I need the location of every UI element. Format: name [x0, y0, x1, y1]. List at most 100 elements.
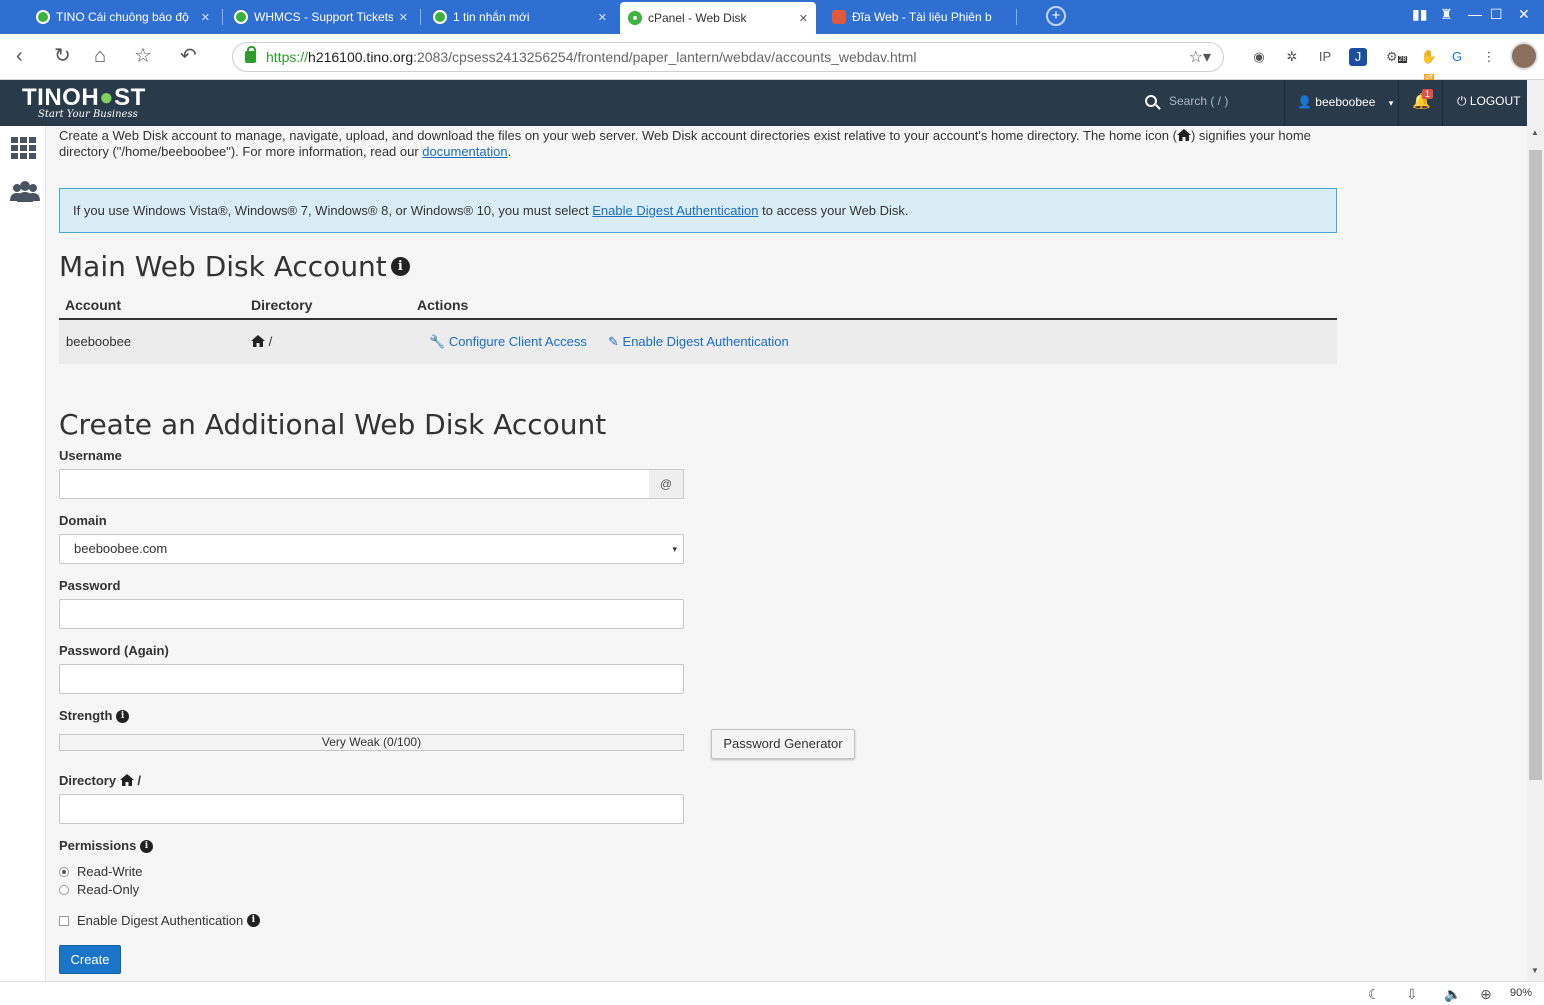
window-skin-icon[interactable]: ♜ — [1440, 6, 1453, 23]
extension-j-icon[interactable]: J — [1349, 48, 1367, 66]
tab-favicon-icon — [36, 10, 50, 24]
info-alert: If you use Windows Vista®, Windows® 7, W… — [59, 188, 1337, 233]
browser-tab[interactable]: TINO Cái chuông báo độ ✕ — [28, 4, 218, 30]
create-button[interactable]: Create — [59, 945, 121, 974]
info-icon[interactable]: i — [116, 710, 130, 724]
info-icon[interactable]: i — [246, 914, 260, 927]
extension-counter-icon[interactable]: ⚙28 — [1386, 48, 1408, 66]
main-account-table: Account Directory Actions beeboobee / 🔧 … — [59, 294, 1337, 364]
volume-icon[interactable]: 🔈 — [1444, 986, 1461, 1003]
browser-tab[interactable]: 1 tin nhắn mới ✕ — [425, 4, 615, 30]
browser-menu-icon[interactable]: ⋮ — [1480, 48, 1498, 66]
window-minimize-icon[interactable]: — — [1468, 6, 1482, 22]
logout-label: LOGOUT — [1469, 94, 1521, 108]
main-account-heading: Main Web Disk Account i — [59, 250, 410, 283]
enable-digest-checkbox[interactable] — [59, 915, 69, 926]
url-scheme: https:// — [266, 49, 309, 65]
extension-off-icon[interactable]: ✋off — [1420, 48, 1438, 81]
permission-read-only-radio[interactable]: Read-Only — [59, 882, 139, 897]
new-tab-plus-icon[interactable]: + — [1046, 6, 1066, 26]
browser-tab[interactable]: WHMCS - Support Tickets ✕ — [226, 4, 416, 30]
enable-digest-link[interactable]: Enable Digest Authentication — [592, 203, 758, 218]
radio-button[interactable] — [59, 866, 69, 877]
users-icon[interactable] — [9, 181, 41, 203]
intro-text: . — [507, 144, 512, 159]
password-label: Password — [59, 578, 121, 593]
intro-text: Create a Web Disk account to manage, nav… — [59, 128, 1177, 143]
browser-profile-avatar[interactable] — [1510, 42, 1538, 70]
tinohost-logo[interactable]: TINOH●ST — [22, 84, 146, 112]
undo-close-tab-icon[interactable]: ↶ — [180, 44, 197, 68]
logo-leaf-icon: ● — [99, 84, 115, 111]
window-close-icon[interactable]: ✕ — [1518, 6, 1530, 23]
column-header-directory: Directory — [251, 297, 313, 313]
enable-digest-authentication-link[interactable]: ✎ Enable Digest Authentication — [608, 334, 789, 350]
home-icon[interactable]: ⌂ — [94, 44, 106, 68]
username-label: Username — [59, 448, 122, 463]
tab-favicon-icon — [832, 10, 846, 24]
header-divider — [1398, 80, 1399, 126]
tab-close-icon[interactable]: ✕ — [399, 11, 408, 24]
user-menu[interactable]: 👤 beeboobee ▾ — [1297, 95, 1393, 109]
radio-label: Read-Write — [77, 864, 143, 879]
cpanel-search[interactable]: Search ( / ) — [1145, 94, 1228, 108]
directory-input[interactable] — [59, 794, 684, 824]
password-input[interactable] — [59, 599, 684, 629]
reload-icon[interactable]: ↻ — [54, 44, 71, 68]
address-bar[interactable]: https://h216100.tino.org:2083/cpsess2413… — [232, 42, 1224, 72]
password-generator-button[interactable]: Password Generator — [711, 729, 855, 759]
main-account-heading-text: Main Web Disk Account — [59, 250, 387, 283]
logo-text-right: ST — [114, 84, 146, 111]
extension-gear-icon[interactable]: ✲ — [1283, 48, 1301, 66]
home-grid-icon[interactable] — [11, 137, 37, 159]
account-name: beeboobee — [66, 334, 132, 349]
configure-client-access-link[interactable]: 🔧 Configure Client Access — [429, 334, 587, 350]
scroll-up-arrow-icon[interactable]: ▲ — [1531, 128, 1539, 137]
zoom-level: 90% — [1510, 987, 1533, 999]
permission-read-write-radio[interactable]: Read-Write — [59, 864, 143, 879]
notifications-button[interactable]: 🔔 1 — [1412, 89, 1434, 110]
window-tile-icon[interactable]: ▮▮ — [1412, 6, 1427, 23]
window-maximize-icon[interactable]: ☐ — [1490, 6, 1503, 23]
tab-close-icon[interactable]: ✕ — [799, 12, 808, 25]
tab-title: Đĩa Web - Tài liệu Phiên b — [852, 10, 992, 24]
password-again-label: Password (Again) — [59, 643, 169, 658]
tab-close-icon[interactable]: ✕ — [598, 11, 607, 24]
action-label: Enable Digest Authentication — [622, 334, 789, 349]
documentation-link[interactable]: documentation — [422, 144, 507, 159]
action-label: Configure Client Access — [448, 334, 587, 349]
username-input[interactable] — [59, 469, 650, 499]
domain-select[interactable]: beeboobee.com ▾ — [59, 534, 684, 564]
enable-digest-checkbox-row[interactable]: Enable Digest Authentication i — [59, 913, 260, 928]
back-icon[interactable]: ‹ — [16, 44, 23, 68]
tab-separator — [222, 9, 223, 25]
alert-text: If you use Windows Vista®, Windows® 7, W… — [73, 203, 593, 218]
pencil-icon: ✎ — [608, 334, 619, 349]
scroll-down-arrow-icon[interactable]: ▼ — [1531, 966, 1539, 975]
password-strength-meter: Very Weak (0/100) — [59, 734, 684, 751]
radio-button[interactable] — [59, 884, 69, 895]
scrollbar-thumb[interactable] — [1529, 150, 1542, 780]
translate-icon[interactable]: G — [1448, 48, 1466, 66]
home-icon — [251, 335, 265, 347]
download-icon[interactable]: ⇩ — [1406, 986, 1418, 1003]
tab-close-icon[interactable]: ✕ — [201, 11, 210, 24]
bookmark-page-icon[interactable]: ☆▾ — [1189, 47, 1211, 67]
tab-favicon-icon — [433, 10, 447, 24]
browser-tab[interactable]: Đĩa Web - Tài liệu Phiên b — [824, 4, 1014, 30]
night-mode-moon-icon[interactable]: ☾ — [1368, 986, 1381, 1003]
user-name: beeboobee — [1315, 95, 1376, 109]
zoom-icon[interactable]: ⊕ — [1480, 986, 1492, 1003]
ip-extension-icon[interactable]: IP — [1316, 48, 1334, 66]
vertical-scrollbar[interactable]: ▲ ▼ — [1527, 80, 1544, 981]
username-at-addon: @ — [649, 469, 684, 499]
bookmark-star-icon[interactable]: ☆ — [134, 44, 152, 68]
notification-badge: 1 — [1422, 89, 1434, 99]
header-divider — [1442, 80, 1443, 126]
info-icon[interactable]: i — [139, 840, 153, 854]
logout-button[interactable]: ⏻ LOGOUT — [1457, 94, 1521, 109]
info-icon[interactable]: i — [390, 256, 410, 276]
password-again-input[interactable] — [59, 664, 684, 694]
browser-tab-active[interactable]: cPanel - Web Disk ✕ — [620, 2, 816, 34]
screenshot-camera-icon[interactable]: ◉ — [1250, 48, 1268, 66]
